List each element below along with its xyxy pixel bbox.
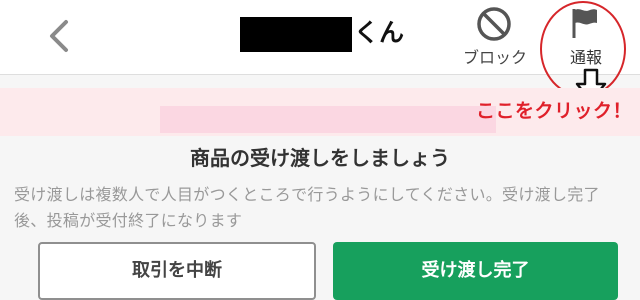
block-button[interactable]: ブロック [454,4,536,70]
report-button[interactable]: 通報 [548,2,624,70]
flag-icon [572,9,597,38]
page-title: 商品の受け渡しをしましょう [190,146,450,170]
chevron-left-icon[interactable] [44,18,74,54]
report-label: 通報 [569,48,602,67]
user-name-suffix: くん [354,18,405,47]
notice-text-redacted [160,106,496,133]
header-bar: くん ブロック 通報 [0,0,640,75]
click-here-annotation: ここをクリック！ [476,100,633,122]
user-name-redacted [240,17,352,52]
block-label: ブロック [462,48,527,67]
cancel-transaction-button[interactable]: 取引を中断 [38,242,316,300]
description-text: 受け渡しは複数人で人目がつくところで行うようにしてください。受け渡し完了後、投稿… [14,185,600,230]
handover-complete-button[interactable]: 受け渡し完了 [333,242,618,300]
prohibit-icon [477,7,511,41]
